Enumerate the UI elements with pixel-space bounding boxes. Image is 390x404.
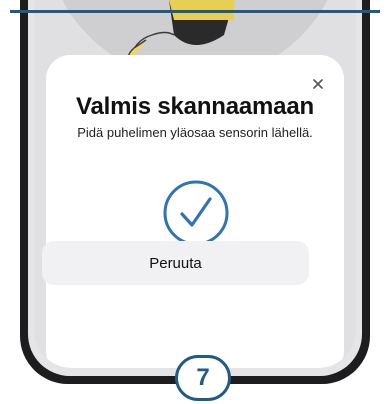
phone-screen: Valmis skannaamaan Pidä puhelimen yläosa… xyxy=(34,0,356,368)
checkmark-circle-icon xyxy=(163,180,229,246)
scan-status xyxy=(162,179,230,247)
close-icon xyxy=(313,79,323,89)
sheet-title: Valmis skannaamaan xyxy=(76,93,314,120)
phone-bezel: Valmis skannaamaan Pidä puhelimen yläosa… xyxy=(28,0,362,376)
phone-frame: Valmis skannaamaan Pidä puhelimen yläosa… xyxy=(20,0,370,384)
nfc-scan-sheet: Valmis skannaamaan Pidä puhelimen yläosa… xyxy=(46,55,344,368)
cancel-button[interactable]: Peruuta xyxy=(42,241,309,285)
sheet-subtitle: Pidä puhelimen yläosaa sensorin lähellä. xyxy=(77,125,313,140)
step-number-badge: 7 xyxy=(175,355,231,401)
top-divider xyxy=(10,10,380,13)
